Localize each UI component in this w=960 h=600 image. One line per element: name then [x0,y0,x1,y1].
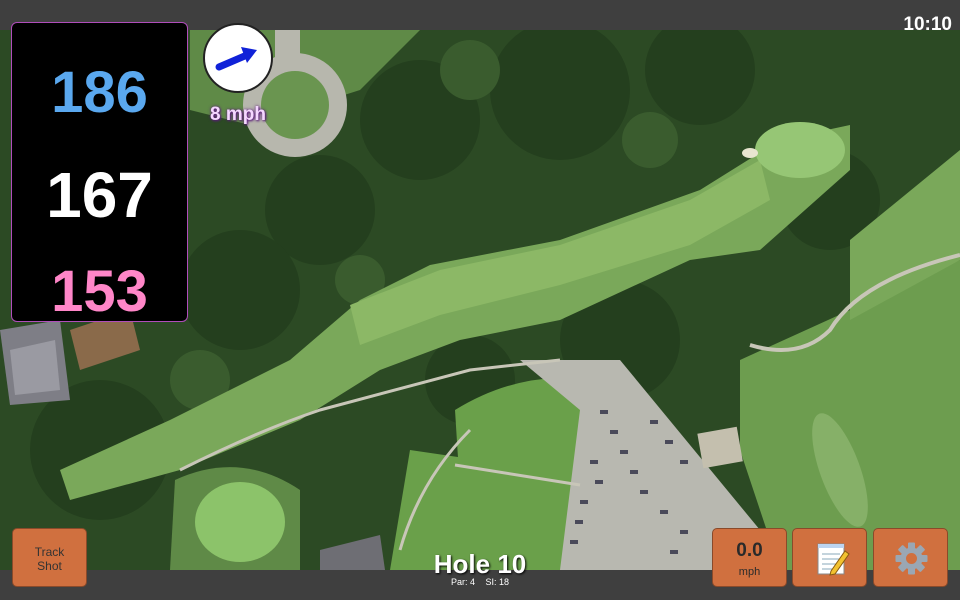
back-distance: 186 [51,60,148,125]
hole-info: Par: 4 SI: 18 [380,577,580,587]
track-shot-label-line2: Shot [37,559,62,573]
speed-button[interactable]: 0.0 mph [712,528,787,587]
wind-speed: 8 mph [210,104,266,125]
middle-distance: 167 [46,159,153,231]
distance-panel: 186 167 153 [11,22,188,324]
notes-button[interactable] [792,528,867,587]
gear-icon [895,542,928,575]
hole-title: Hole 10 [433,549,527,579]
hole-si: SI: 18 [485,577,510,587]
track-shot-button[interactable]: Track Shot [12,528,87,587]
wind-indicator [203,23,273,93]
wind-arrow-icon [215,47,257,71]
track-shot-label-line1: Track [34,545,65,559]
hole-par: Par: 4 [450,577,475,587]
front-distance: 153 [51,259,148,324]
notepad-icon [817,543,850,576]
settings-button[interactable] [873,528,948,587]
speed-value: 0.0 [736,540,763,561]
speed-unit: mph [738,566,761,578]
